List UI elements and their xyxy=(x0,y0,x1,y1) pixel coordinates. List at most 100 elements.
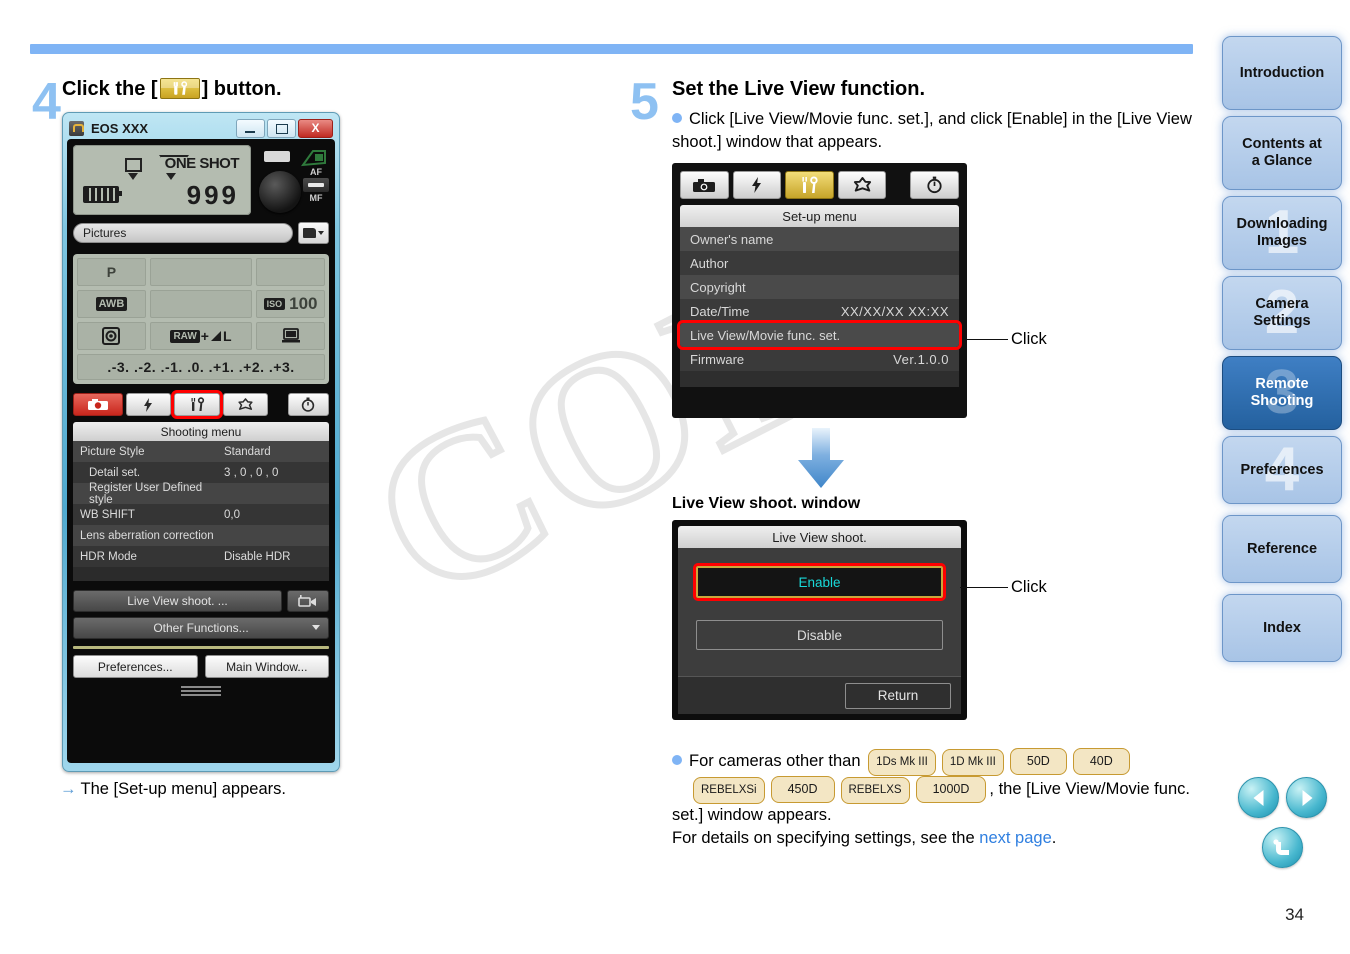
return-button[interactable]: Return xyxy=(845,682,951,709)
setup-row-blank xyxy=(680,371,959,387)
clock-icon xyxy=(927,176,942,194)
star-icon xyxy=(853,176,871,192)
next-page-icon[interactable] xyxy=(1286,777,1327,818)
prev-page-icon[interactable] xyxy=(1238,777,1279,818)
setup-menu-window[interactable]: Set-up menu Owner's name Author Copyrigh… xyxy=(672,163,967,418)
shutter-cell[interactable] xyxy=(149,258,253,286)
aperture-cell[interactable] xyxy=(256,258,325,286)
tab-flash[interactable] xyxy=(732,171,782,199)
af-mode-label: ONE SHOT xyxy=(164,155,240,172)
badge-40d: 40D xyxy=(1072,748,1130,775)
bottom-button-row: Preferences... Main Window... xyxy=(73,655,329,678)
save-path-field[interactable]: Pictures xyxy=(73,223,293,243)
setup-menu-list: Owner's name Author Copyright Date/Time X… xyxy=(677,227,962,387)
minimize-button[interactable] xyxy=(236,118,265,138)
step-4-number: 4 xyxy=(32,73,61,131)
menu-row-detail-set[interactable]: Detail set. 3 , 0 , 0 , 0 xyxy=(73,462,329,483)
tab-timer[interactable] xyxy=(910,171,959,199)
destination-cell[interactable] xyxy=(256,322,325,350)
disable-option[interactable]: Disable xyxy=(696,620,943,650)
metering-cell[interactable] xyxy=(77,322,146,350)
chevron-down-icon xyxy=(312,625,320,630)
leader-line xyxy=(960,586,1008,589)
badge-1ds-mk3: 1Ds Mk III xyxy=(868,749,936,776)
page-number: 34 xyxy=(1285,905,1304,924)
sidebar-item-index[interactable]: Index xyxy=(1222,594,1342,662)
shooting-menu-title: Shooting menu xyxy=(73,422,329,441)
setup-row-author[interactable]: Author xyxy=(680,251,959,275)
live-view-row: Live View shoot. ... xyxy=(73,590,329,612)
folder-icon[interactable] xyxy=(298,222,329,244)
mode-dial[interactable] xyxy=(259,171,301,213)
tab-my-menu[interactable] xyxy=(222,393,268,416)
tab-flash[interactable] xyxy=(125,393,172,416)
wrench-icon xyxy=(802,176,819,193)
movie-camera-glyph xyxy=(298,594,316,607)
preferences-button[interactable]: Preferences... xyxy=(73,655,198,678)
live-view-shoot-window[interactable]: Live View shoot. Enable Disable Return xyxy=(672,520,967,720)
af-mf-toggle[interactable] xyxy=(303,178,329,192)
resize-grip[interactable] xyxy=(73,684,329,698)
tabs-spacer xyxy=(271,394,285,415)
shooting-mode-cell[interactable]: P xyxy=(77,258,146,286)
mf-label: MF xyxy=(309,193,323,203)
maximize-button[interactable] xyxy=(267,118,296,138)
iso-cell[interactable]: ISO 100 xyxy=(256,290,325,318)
tab-my-menu[interactable] xyxy=(837,171,887,199)
setup-row-firmware[interactable]: Firmware Ver.1.0.0 xyxy=(680,347,959,371)
enable-option[interactable]: Enable xyxy=(693,563,946,601)
menu-row-lens-aberration[interactable]: Lens aberration correction xyxy=(73,525,329,546)
camera-dial-group: AF MF xyxy=(251,145,329,215)
bullet-dot xyxy=(672,113,682,123)
menu-row-hdr-mode[interactable]: HDR Mode Disable HDR xyxy=(73,546,329,567)
badge-rebelxs: REBELXS xyxy=(840,777,910,804)
live-view-shoot-button[interactable]: Live View shoot. ... xyxy=(73,590,282,612)
back-icon[interactable] xyxy=(1262,827,1303,868)
sidebar-item-camera-settings[interactable]: 2 Camera Settings xyxy=(1222,276,1342,350)
main-window-button[interactable]: Main Window... xyxy=(204,655,329,678)
sidebar-item-downloading-images[interactable]: 1 Downloading Images xyxy=(1222,196,1342,270)
setup-row-copyright[interactable]: Copyright xyxy=(680,275,959,299)
camera-settings-grid: P AWB ISO 100 RAW + L .-3. .-2. .-1. .0.… xyxy=(73,254,329,384)
movie-camera-icon[interactable] xyxy=(287,590,329,612)
sidebar-item-reference[interactable]: Reference xyxy=(1222,515,1342,583)
exposure-comp-cell[interactable] xyxy=(149,290,253,318)
sidebar-item-contents-at-a-glance[interactable]: Contents at a Glance xyxy=(1222,116,1342,190)
live-view-window-footer: Return xyxy=(678,676,961,714)
sidebar-item-introduction[interactable]: Introduction xyxy=(1222,36,1342,110)
eos-remote-window[interactable]: EOS XXX X ONE SHOT 999 AF MF Pictures P … xyxy=(62,112,340,772)
menu-row-wb-shift[interactable]: WB SHIFT 0,0 xyxy=(73,504,329,525)
shots-remaining: 999 xyxy=(186,180,239,210)
tab-shooting[interactable] xyxy=(73,393,123,416)
next-page-link[interactable]: next page xyxy=(979,829,1051,847)
other-functions-button[interactable]: Other Functions... xyxy=(73,617,329,639)
quality-cell[interactable]: RAW + L xyxy=(149,322,253,350)
iso-tag: ISO xyxy=(263,298,286,310)
tab-timer[interactable] xyxy=(287,393,330,416)
other-functions-label: Other Functions... xyxy=(153,621,249,635)
white-balance-cell[interactable]: AWB xyxy=(77,290,146,318)
eos-window-title: EOS XXX xyxy=(91,120,149,136)
af-label: AF xyxy=(310,167,322,177)
close-button[interactable]: X xyxy=(298,118,333,138)
setup-row-owners-name[interactable]: Owner's name xyxy=(680,227,959,251)
menu-row-picture-style[interactable]: Picture Style Standard xyxy=(73,441,329,462)
af-mf-switch[interactable]: AF MF xyxy=(303,167,329,203)
camera-icon xyxy=(87,399,108,410)
flash-icon xyxy=(752,177,762,193)
setup-row-date-time[interactable]: Date/Time XX/XX/XX XX:XX xyxy=(680,299,959,323)
sidebar-item-preferences[interactable]: 4 Preferences xyxy=(1222,436,1342,504)
tab-shooting[interactable] xyxy=(680,171,729,199)
badge-450d: 450D xyxy=(770,776,835,803)
menu-row-register-style[interactable]: Register User Defined style xyxy=(73,482,329,506)
settings-row-3: RAW + L xyxy=(77,322,325,350)
setup-row-live-view-movie-func-set[interactable]: Live View/Movie func. set. xyxy=(677,320,962,350)
panel-divider xyxy=(73,646,329,649)
tab-setup[interactable] xyxy=(785,171,834,199)
exposure-level-scale[interactable]: .-3. .-2. .-1. .0. .+1. .+2. .+3. xyxy=(77,354,325,380)
tab-setup[interactable] xyxy=(171,390,223,419)
callout-label: Click xyxy=(1011,578,1047,596)
sidebar-item-remote-shooting[interactable]: 3 Remote Shooting xyxy=(1222,356,1342,430)
setup-menu-title: Set-up menu xyxy=(680,205,959,227)
clock-icon xyxy=(302,397,315,412)
